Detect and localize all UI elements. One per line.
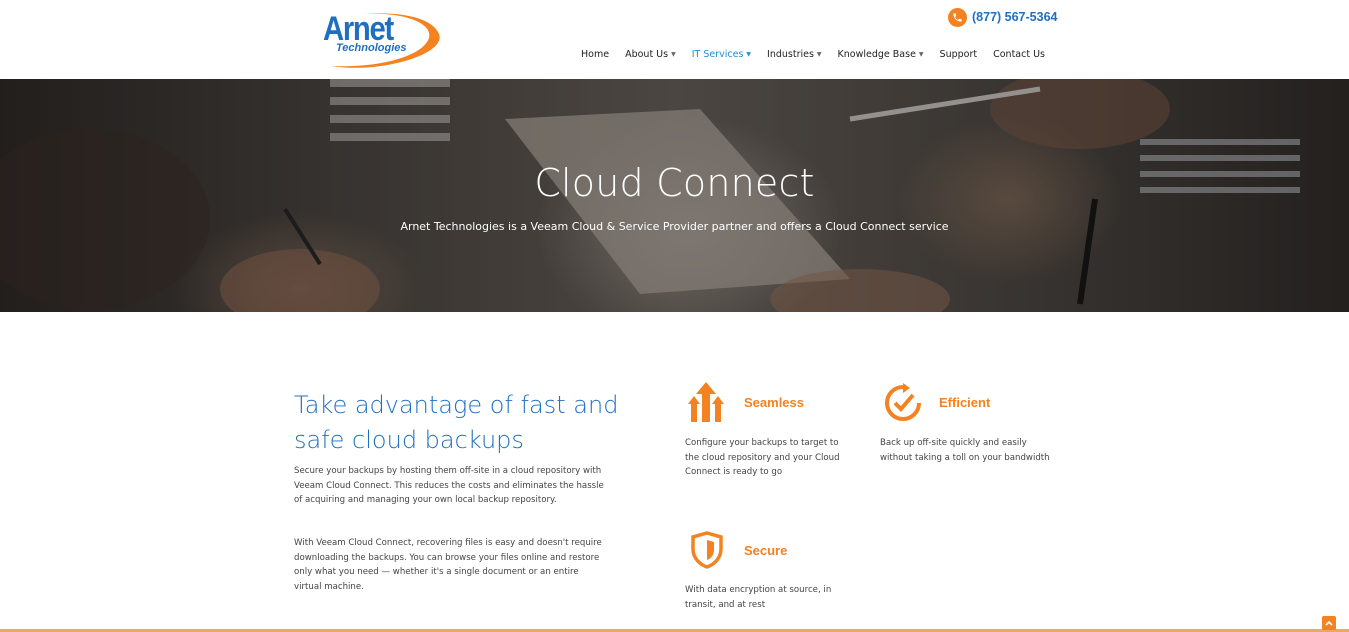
nav-item-about-us[interactable]: About Us ▼	[617, 49, 684, 60]
arnet-logo[interactable]: Arnet Technologies	[321, 8, 443, 72]
nav-item-knowledge-base[interactable]: Knowledge Base ▼	[830, 49, 932, 60]
feature-title: Secure	[744, 543, 788, 558]
nav-label: Contact Us	[993, 49, 1045, 60]
intro-paragraph: With Veeam Cloud Connect, recovering fil…	[294, 538, 602, 592]
feature-description: Back up off-site quickly and easily with…	[880, 438, 1050, 463]
nav-label: Home	[581, 49, 610, 60]
nav-label: Industries	[767, 49, 814, 60]
hero-title: Cloud Connect	[534, 161, 815, 205]
nav-label: IT Services	[691, 49, 744, 60]
main-nav: Home About Us ▼ IT Services ▼ Industries ▼ …	[573, 49, 1053, 60]
chevron-up-icon	[1325, 620, 1333, 626]
hero-subtitle: Arnet Technologies is a Veeam Cloud & Se…	[400, 220, 949, 233]
phone-number: (877) 567-5364	[972, 10, 1058, 24]
arrows-up-icon	[688, 382, 724, 428]
feature-seamless: Seamless Configure your backups to targe…	[685, 381, 860, 491]
nav-item-home[interactable]: Home	[573, 49, 617, 60]
shield-icon	[691, 531, 723, 573]
caret-down-icon: ▼	[816, 51, 822, 58]
nav-label: About Us	[625, 49, 669, 60]
feature-secure: Secure With data encryption at source, i…	[685, 529, 860, 619]
nav-item-contact-us[interactable]: Contact Us	[985, 49, 1053, 60]
caret-down-icon: ▼	[746, 51, 752, 58]
caret-down-icon: ▼	[918, 51, 924, 58]
hero-banner: Cloud Connect Arnet Technologies is a Ve…	[0, 79, 1349, 312]
feature-title: Efficient	[939, 395, 991, 410]
clock-check-icon	[883, 383, 923, 427]
site-header: Arnet Technologies (877) 567-5364 Home A…	[0, 0, 1349, 79]
feature-title: Seamless	[744, 395, 804, 410]
phone-link[interactable]: (877) 567-5364	[948, 7, 1057, 27]
feature-efficient: Efficient Back up off-site quickly and e…	[880, 381, 1055, 491]
phone-icon	[948, 7, 967, 27]
feature-description: With data encryption at source, in trans…	[685, 585, 832, 610]
caret-down-icon: ▼	[671, 51, 676, 58]
nav-item-it-services[interactable]: IT Services ▼	[684, 49, 759, 60]
nav-label: Support	[939, 49, 978, 60]
logo-subtitle: Technologies	[336, 42, 407, 54]
scroll-to-top-button[interactable]	[1322, 616, 1336, 630]
nav-item-industries[interactable]: Industries ▼	[759, 49, 830, 60]
feature-description: Configure your backups to target to the …	[685, 438, 840, 477]
intro-heading: Take advantage of fast and safe cloud ba…	[294, 391, 619, 454]
intro-paragraph: Secure your backups by hosting them off-…	[294, 466, 604, 505]
nav-item-support[interactable]: Support	[932, 49, 986, 60]
nav-label: Knowledge Base	[837, 49, 916, 60]
